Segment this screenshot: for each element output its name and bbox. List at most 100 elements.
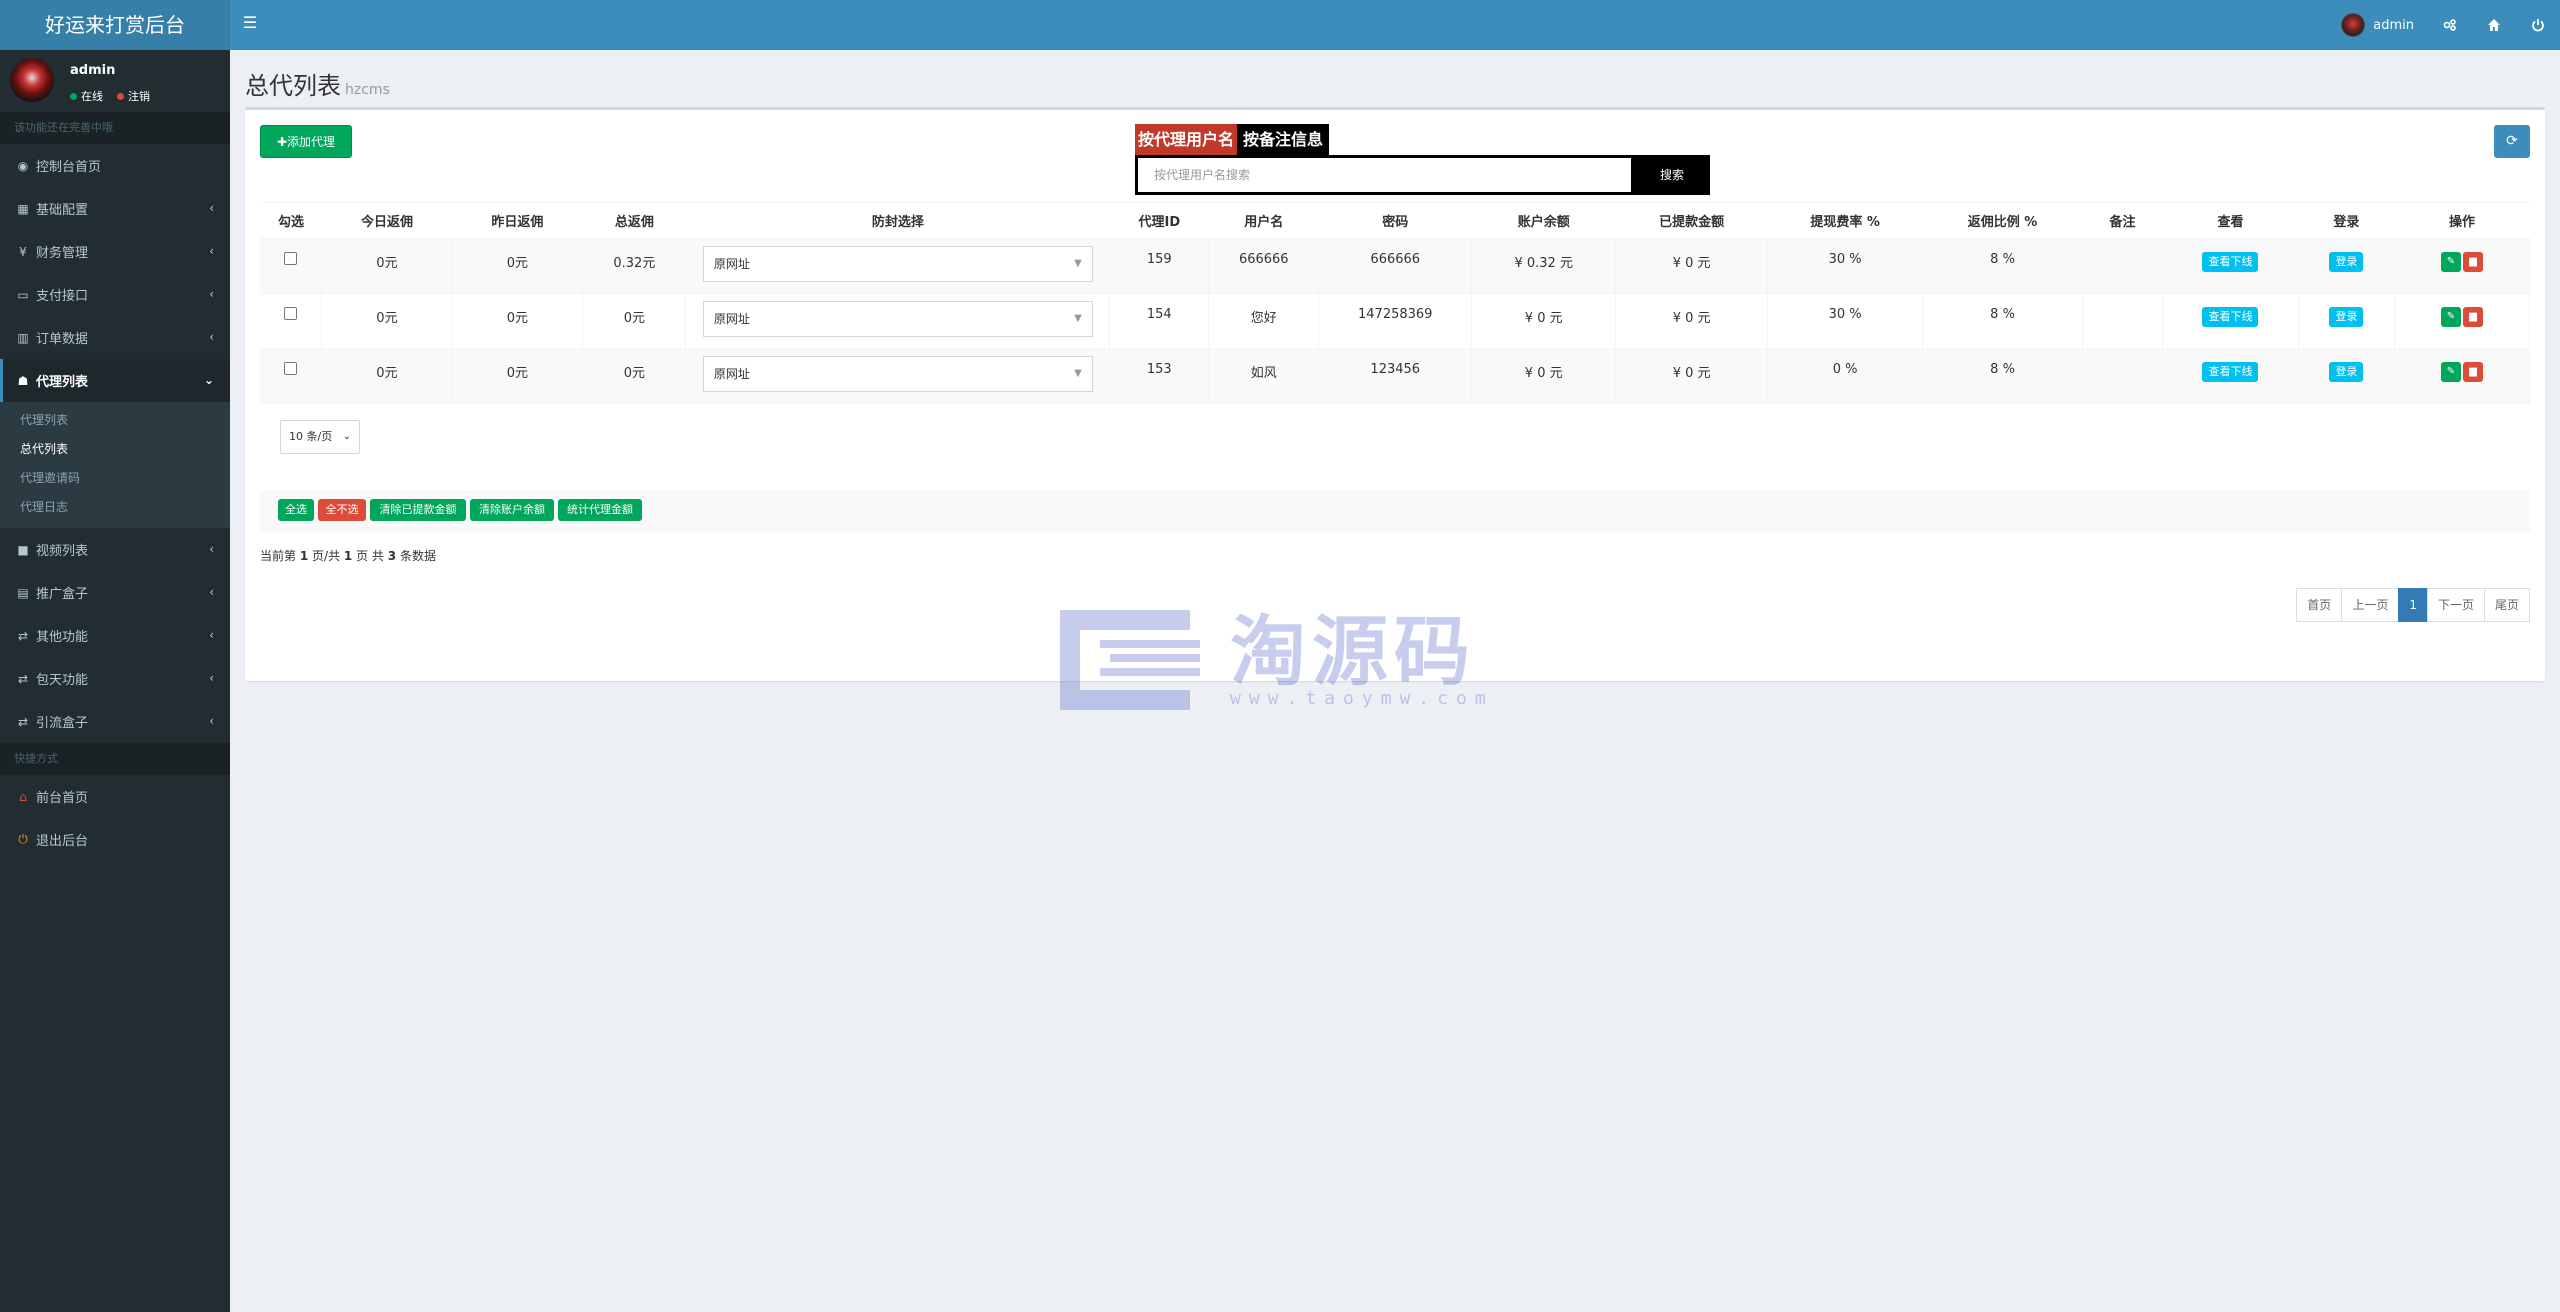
sidebar-subitem-invite-codes[interactable]: 代理邀请码	[0, 464, 230, 493]
sidebar-subitem-agent-logs[interactable]: 代理日志	[0, 493, 230, 522]
add-agent-button[interactable]: ✚添加代理	[260, 125, 352, 158]
summary-text: 页/共	[312, 549, 341, 563]
pagination: 首页 上一页 1 下一页 尾页	[2296, 588, 2530, 622]
logout-dot-icon	[117, 92, 124, 100]
grid-icon: ▦	[17, 201, 29, 216]
cell-balance: ¥ 0 元	[1471, 348, 1617, 404]
table-icon: ▤	[17, 585, 29, 600]
cell-today-commission: 0元	[321, 348, 453, 404]
sidebar-item-label: 控制台首页	[36, 160, 102, 175]
refresh-button[interactable]: ⟳	[2494, 125, 2530, 158]
page-next-button[interactable]: 下一页	[2426, 588, 2485, 622]
power-icon[interactable]	[2516, 0, 2560, 50]
cell-agent-id: 159	[1109, 238, 1210, 294]
domain-select[interactable]: 原网址 ▼	[702, 301, 1093, 337]
cell-today-commission: 0元	[321, 238, 453, 294]
chevron-left-icon: ‹	[209, 714, 214, 728]
edit-button[interactable]: ✎	[2440, 362, 2461, 382]
view-downline-button[interactable]: 查看下线	[2202, 362, 2259, 382]
sidebar-item-agents[interactable]: ☗ 代理列表 ⌄	[0, 359, 230, 402]
clear-withdrawn-button[interactable]: 清除已提款金额	[370, 499, 466, 521]
tab-search-remark[interactable]: 按备注信息	[1237, 124, 1330, 156]
summary-current-page: 1	[299, 549, 309, 563]
navbar-right: admin	[2327, 0, 2560, 50]
edit-button[interactable]: ✎	[2440, 307, 2461, 327]
tab-search-username[interactable]: 按代理用户名	[1135, 124, 1238, 156]
row-checkbox[interactable]	[284, 362, 298, 375]
settings-icon[interactable]	[2428, 0, 2472, 50]
summary-total-count: 3	[387, 549, 397, 563]
page-subtitle: hzcms	[345, 82, 390, 98]
trash-icon: ▆	[2469, 311, 2477, 322]
table-header-row: 勾选 今日返佣 昨日返佣 总返佣 防封选择 代理ID 用户名 密码 账户余额 已…	[260, 202, 2530, 239]
cell-today-commission: 0元	[321, 293, 453, 349]
page-first-button[interactable]: 首页	[2296, 588, 2343, 622]
chevron-left-icon: ‹	[209, 671, 214, 685]
cell-commission-rate: 8 %	[1922, 293, 2084, 349]
sidebar-item-label: 支付接口	[36, 289, 89, 304]
sidebar-item-promo-box[interactable]: ▤ 推广盒子 ‹	[0, 571, 230, 614]
sidebar-subitem-agent-list[interactable]: 代理列表	[0, 406, 230, 435]
domain-select[interactable]: 原网址 ▼	[702, 356, 1093, 392]
sidebar-item-logout[interactable]: ⏻ 退出后台	[0, 818, 230, 861]
search-button[interactable]: 搜索	[1634, 155, 1710, 195]
home-icon[interactable]	[2472, 0, 2516, 50]
credit-card-icon: ▭	[17, 287, 29, 302]
cell-remark	[2082, 348, 2163, 404]
domain-select[interactable]: 原网址 ▼	[702, 246, 1093, 282]
user-panel: admin 在线 注销	[0, 50, 230, 112]
logout-link[interactable]: 注销	[128, 88, 150, 104]
sidebar-item-videos[interactable]: ■ 视频列表 ‹	[0, 528, 230, 571]
caret-down-icon: ▼	[1074, 313, 1082, 324]
sidebar-item-payment[interactable]: ▭ 支付接口 ‹	[0, 273, 230, 316]
sidebar-item-basic-config[interactable]: ▦ 基础配置 ‹	[0, 187, 230, 230]
page-last-button[interactable]: 尾页	[2483, 588, 2530, 622]
sidebar-subitem-master-agents[interactable]: 总代列表	[0, 435, 230, 464]
cell-withdrawn: ¥ 0 元	[1615, 238, 1769, 294]
column-header: 查看	[2162, 202, 2299, 239]
page-current-button[interactable]: 1	[2398, 588, 2428, 622]
column-header: 总返佣	[582, 202, 686, 239]
search-tabs: 按代理用户名 按备注信息	[1135, 124, 1330, 156]
view-downline-button[interactable]: 查看下线	[2202, 252, 2259, 272]
column-header: 密码	[1318, 202, 1472, 239]
login-button[interactable]: 登录	[2329, 362, 2364, 382]
sidebar-item-traffic-box[interactable]: ⇄ 引流盒子 ‹	[0, 700, 230, 743]
column-header: 提现费率 %	[1767, 202, 1923, 239]
search-input[interactable]: 按代理用户名搜索	[1135, 155, 1634, 195]
chevron-down-icon: ⌄	[203, 373, 214, 387]
user-menu[interactable]: admin	[2327, 0, 2428, 50]
sidebar-item-orders[interactable]: ▥ 订单数据 ‹	[0, 316, 230, 359]
page-size-select[interactable]: 10 条/页 ⌄	[280, 420, 360, 454]
delete-button[interactable]: ▆	[2462, 307, 2483, 327]
edit-button[interactable]: ✎	[2440, 252, 2461, 272]
trash-icon: ▆	[2469, 256, 2477, 267]
agent-list-box: ✚添加代理 ⟳ 按代理用户名 按备注信息 按代理用户名搜索 搜索 勾选 今日返佣…	[245, 107, 2545, 681]
row-select-cell	[260, 238, 323, 294]
sidebar-item-other[interactable]: ⇄ 其他功能 ‹	[0, 614, 230, 657]
delete-button[interactable]: ▆	[2462, 252, 2483, 272]
stats-agent-amount-button[interactable]: 统计代理金额	[558, 499, 642, 521]
delete-button[interactable]: ▆	[2462, 362, 2483, 382]
select-none-button[interactable]: 全不选	[318, 499, 366, 521]
video-icon: ■	[17, 542, 29, 557]
page-prev-button[interactable]: 上一页	[2341, 588, 2400, 622]
login-button[interactable]: 登录	[2329, 307, 2364, 327]
chevron-left-icon: ‹	[209, 201, 214, 215]
cell-view: 查看下线	[2162, 293, 2299, 349]
sidebar-item-frontend-home[interactable]: ⌂ 前台首页	[0, 775, 230, 818]
clear-balance-button[interactable]: 清除账户余额	[470, 499, 554, 521]
sidebar-item-dashboard[interactable]: ◉ 控制台首页	[0, 144, 230, 187]
select-all-button[interactable]: 全选	[278, 499, 314, 521]
sidebar-item-finance[interactable]: ¥ 财务管理 ‹	[0, 230, 230, 273]
cell-withdrawn: ¥ 0 元	[1615, 348, 1769, 404]
view-downline-button[interactable]: 查看下线	[2202, 307, 2259, 327]
sidebar-toggle-icon[interactable]: ☰	[240, 10, 260, 36]
login-button[interactable]: 登录	[2329, 252, 2364, 272]
row-checkbox[interactable]	[284, 252, 298, 265]
row-checkbox[interactable]	[284, 307, 298, 320]
app-logo[interactable]: 好运来打赏后台	[0, 0, 230, 50]
caret-down-icon: ▼	[1074, 258, 1082, 269]
sidebar-item-daily-pass[interactable]: ⇄ 包天功能 ‹	[0, 657, 230, 700]
table-row: 0元 0元 0元 原网址 ▼ 154 您好 147258369 ¥ 0 元 ¥ 0…	[260, 293, 2531, 349]
